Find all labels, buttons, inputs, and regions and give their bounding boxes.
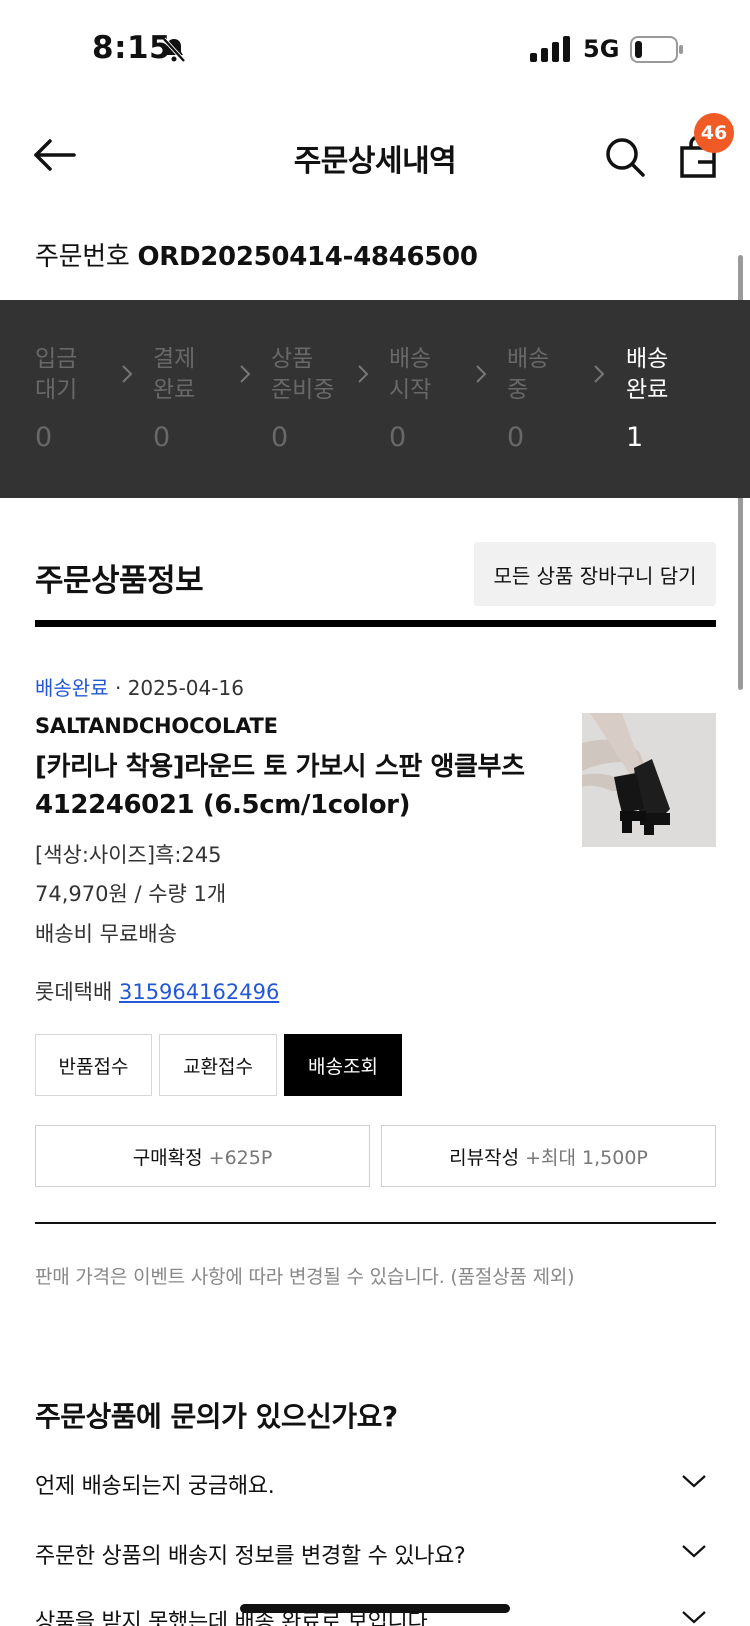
app-header: 주문상세내역 <box>0 110 750 200</box>
product-brand[interactable]: SALTANDCHOCOLATE <box>35 714 278 738</box>
signal-icon <box>530 36 570 62</box>
faq-question: 언제 배송되는지 궁금해요. <box>35 1474 275 1499</box>
confirm-purchase-points: +625P <box>208 1146 273 1169</box>
chevron-right-icon <box>476 365 487 383</box>
step-preparing: 상품 준비중 0 <box>271 344 371 453</box>
confirm-purchase-button[interactable]: 구매확정 +625P <box>35 1125 370 1187</box>
network-type: 5G <box>583 35 620 63</box>
confirm-purchase-label: 구매확정 <box>132 1146 203 1169</box>
step-count: 0 <box>271 422 289 453</box>
separator: · <box>114 676 122 700</box>
add-all-to-cart-button[interactable]: 모든 상품 장바구니 담기 <box>474 542 716 606</box>
step-shipping-started: 배송 시작 0 <box>389 344 489 453</box>
shipping-fee: 배송비 무료배송 <box>35 922 177 946</box>
courier-info: 롯데택배 315964162496 <box>35 976 279 1006</box>
status-bar: 8:15 5G <box>0 0 750 100</box>
courier-name: 롯데택배 <box>35 980 113 1004</box>
divider <box>35 620 716 627</box>
chevron-down-icon <box>682 1545 706 1558</box>
return-request-button[interactable]: 반품접수 <box>35 1034 152 1096</box>
product-name[interactable]: [카리나 착용]라운드 토 가보시 스판 앵클부츠 412246021 (6.5… <box>35 748 575 824</box>
chevron-right-icon <box>240 365 251 383</box>
faq-item[interactable]: 언제 배송되는지 궁금해요. <box>35 1468 716 1528</box>
order-progress: 입금 대기 0 결제 완료 0 상품 준비중 0 배송 시작 0 배송 중 0 … <box>0 300 750 498</box>
delivery-status: 배송완료 <box>35 676 109 700</box>
step-payment-complete: 결제 완료 0 <box>153 344 253 453</box>
product-thumbnail[interactable] <box>582 713 716 847</box>
step-count: 1 <box>626 422 644 453</box>
product-price-quantity: 74,970원 / 수량 1개 <box>35 882 227 906</box>
write-review-label: 리뷰작성 <box>449 1146 520 1169</box>
faq-item[interactable]: 주문한 상품의 배송지 정보를 변경할 수 있나요? <box>35 1538 716 1598</box>
delivery-status-line: 배송완료 · 2025-04-16 <box>35 672 244 701</box>
section-title: 주문상품정보 <box>35 563 204 599</box>
search-icon[interactable] <box>602 134 648 180</box>
step-deposit-waiting: 입금 대기 0 <box>35 344 135 453</box>
step-delivered: 배송 완료 1 <box>626 344 726 453</box>
cart-count-badge: 46 <box>694 113 734 153</box>
write-review-points: +최대 1,500P <box>525 1146 648 1169</box>
chevron-right-icon <box>358 365 369 383</box>
step-count: 0 <box>153 422 171 453</box>
divider <box>35 1222 716 1224</box>
step-count: 0 <box>507 422 525 453</box>
exchange-request-button[interactable]: 교환접수 <box>159 1034 277 1096</box>
track-delivery-button[interactable]: 배송조회 <box>284 1034 402 1096</box>
chevron-right-icon <box>122 365 133 383</box>
price-notice: 판매 가격은 이벤트 사항에 따라 변경될 수 있습니다. (품절상품 제외) <box>35 1266 575 1288</box>
battery-icon <box>630 36 683 63</box>
write-review-button[interactable]: 리뷰작성 +최대 1,500P <box>381 1125 716 1187</box>
step-count: 0 <box>389 422 407 453</box>
faq-title: 주문상품에 문의가 있으신가요? <box>35 1400 398 1433</box>
chevron-right-icon <box>594 365 605 383</box>
order-number-value: ORD20250414-4846500 <box>137 242 478 272</box>
bell-muted-icon <box>162 37 186 63</box>
faq-question: 주문한 상품의 배송지 정보를 변경할 수 있나요? <box>35 1544 466 1569</box>
delivery-date: 2025-04-16 <box>127 676 244 700</box>
tracking-number-link[interactable]: 315964162496 <box>119 980 279 1004</box>
boot-image <box>582 713 716 847</box>
chevron-down-icon <box>682 1475 706 1488</box>
step-count: 0 <box>35 422 53 453</box>
order-number-label: 주문번호 <box>35 242 130 272</box>
step-in-transit: 배송 중 0 <box>507 344 607 453</box>
chevron-down-icon <box>682 1611 706 1624</box>
step-label: 배송 완료 <box>626 346 669 403</box>
home-indicator[interactable] <box>240 1604 510 1613</box>
order-number: 주문번호 ORD20250414-4846500 <box>35 236 478 273</box>
product-option: [색상:사이즈]흑:245 <box>35 843 222 867</box>
